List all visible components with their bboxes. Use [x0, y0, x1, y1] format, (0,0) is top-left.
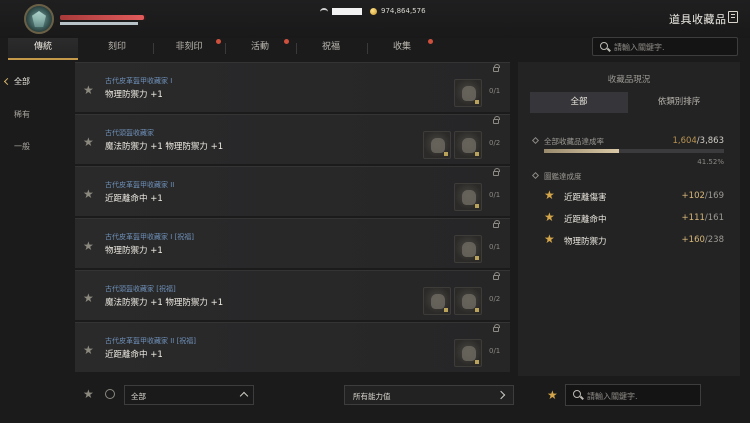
- tab-sort-by-category[interactable]: 依類別排序: [630, 92, 728, 113]
- chevron-right-icon: [496, 390, 506, 400]
- collection-book-icon[interactable]: [728, 11, 738, 23]
- search-input[interactable]: 請輸入關鍵字.: [592, 37, 738, 56]
- helmet-icon: [431, 294, 445, 309]
- notification-dot: [284, 39, 289, 44]
- helmet-icon: [431, 138, 445, 153]
- character-emblem-icon[interactable]: [24, 4, 54, 34]
- category-dropdown[interactable]: 全部: [124, 385, 254, 405]
- armor-icon: [462, 242, 476, 257]
- completion-progress-bar: [544, 149, 724, 153]
- coin-icon: [370, 7, 377, 15]
- lock-icon: [493, 168, 500, 176]
- tab-engraved[interactable]: 刻印: [82, 38, 152, 60]
- mp-bar: [60, 22, 138, 25]
- item-slot[interactable]: [454, 183, 482, 211]
- favorite-star-icon[interactable]: ★: [83, 188, 94, 200]
- sidebar-item-normal[interactable]: 一般: [0, 139, 48, 155]
- favorite-star-icon[interactable]: ★: [547, 388, 558, 402]
- notification-dot: [428, 39, 433, 44]
- panel-tabs: 全部 依類別排序: [530, 92, 730, 113]
- star-icon: ★: [544, 188, 555, 202]
- completion-label: 全部收藏品達成率: [544, 137, 604, 146]
- star-icon: ★: [544, 210, 555, 224]
- stat-row: ★ 近距離傷害 +102/169: [544, 188, 724, 203]
- item-slot[interactable]: [454, 287, 482, 315]
- helmet-icon: [462, 138, 476, 153]
- codex-label: 圖鑑達成度: [544, 172, 582, 181]
- armor-icon: [462, 86, 476, 101]
- sidebar-item-all[interactable]: 全部: [0, 74, 48, 90]
- search-icon: [573, 390, 581, 398]
- tab-traditional[interactable]: 傳統: [8, 38, 78, 60]
- stat-search-input[interactable]: 請輸入關鍵字.: [565, 384, 701, 406]
- item-slot[interactable]: [454, 339, 482, 367]
- star-icon: ★: [544, 232, 555, 246]
- search-icon: [600, 42, 608, 50]
- list-item[interactable]: ★ 古代皮革盔甲收藏家 I [祝福] 物理防禦力 +1 0/1: [75, 218, 510, 268]
- stat-row: ★ 物理防禦力 +160/238: [544, 232, 724, 247]
- lock-icon: [493, 220, 500, 228]
- lock-icon: [493, 116, 500, 124]
- list-item[interactable]: ★ 古代頭盔收藏家 [祝福] 魔法防禦力 +1 物理防禦力 +1 0/2: [75, 270, 510, 320]
- item-slot[interactable]: [454, 131, 482, 159]
- list-item[interactable]: ★ 古代皮革盔甲收藏家 I 物理防禦力 +1 0/1: [75, 62, 510, 112]
- stat-filter-button[interactable]: 所有能力值: [344, 385, 514, 405]
- tab-blessing[interactable]: 祝福: [296, 38, 366, 60]
- currency-amount: 974,864,576: [381, 7, 426, 15]
- chevron-left-icon: [3, 77, 12, 86]
- favorite-star-icon[interactable]: ★: [83, 84, 94, 96]
- favorite-star-icon[interactable]: ★: [83, 344, 94, 356]
- filter-sidebar: 全部 稀有 一般: [0, 64, 48, 423]
- lock-icon: [493, 272, 500, 280]
- unavailable-filter-icon[interactable]: [105, 389, 115, 399]
- armor-icon: [462, 190, 476, 205]
- page-title: 道具收藏品: [669, 13, 727, 26]
- list-item[interactable]: ★ 古代皮革盔甲收藏家 II 近距離命中 +1 0/1: [75, 166, 510, 216]
- top-bar: 974,864,576 道具收藏品: [0, 0, 750, 38]
- list-footer: ★ 全部 所有能力值: [75, 383, 515, 407]
- diamond-bullet-icon: [531, 171, 540, 180]
- list-item[interactable]: ★ 古代頭盔收藏家 魔法防禦力 +1 物理防禦力 +1 0/2: [75, 114, 510, 164]
- tab-non-engraved[interactable]: 非刻印: [154, 38, 224, 60]
- favorite-star-icon[interactable]: ★: [83, 292, 94, 304]
- completion-percent: 41.52%: [697, 158, 724, 166]
- sidebar-item-rare[interactable]: 稀有: [0, 107, 48, 123]
- lock-icon: [493, 324, 500, 332]
- favorite-star-icon[interactable]: ★: [83, 136, 94, 148]
- helmet-icon: [462, 294, 476, 309]
- item-slot[interactable]: [454, 235, 482, 263]
- panel-title: 收藏品現況: [607, 75, 651, 85]
- list-item[interactable]: ★ 古代皮革盔甲收藏家 II [祝福] 近距離命中 +1 0/1: [75, 322, 510, 372]
- favorite-filter-star-icon[interactable]: ★: [83, 387, 94, 401]
- favorite-star-icon[interactable]: ★: [83, 240, 94, 252]
- currency-display: 974,864,576: [320, 6, 426, 16]
- hp-bar: [60, 15, 146, 20]
- stat-row: ★ 近距離命中 +111/161: [544, 210, 724, 225]
- item-slot[interactable]: [423, 131, 451, 159]
- tab-all[interactable]: 全部: [530, 92, 628, 113]
- armor-icon: [462, 346, 476, 361]
- item-slot[interactable]: [423, 287, 451, 315]
- player-name-box: [332, 7, 362, 15]
- panel-footer: ★ 請輸入關鍵字.: [540, 383, 710, 407]
- notification-dot: [216, 39, 221, 44]
- collection-status-panel: 收藏品現況 全部 依類別排序 全部收藏品達成率 1,604/3,863 41.5…: [518, 62, 740, 376]
- diamond-bullet-icon: [531, 136, 540, 145]
- category-tabs: 傳統 刻印 非刻印 活動 祝福 收集: [8, 38, 438, 60]
- item-slot[interactable]: [454, 79, 482, 107]
- tab-collect[interactable]: 收集: [367, 38, 437, 60]
- completion-rate: 1,604/3,863: [672, 136, 724, 146]
- collection-list: ★ 古代皮革盔甲收藏家 I 物理防禦力 +1 0/1 ★ 古代頭盔收藏家 魔法防…: [75, 62, 510, 376]
- chevron-up-icon: [239, 391, 249, 401]
- signal-icon: [320, 8, 328, 14]
- search-placeholder: 請輸入關鍵字.: [614, 43, 665, 52]
- lock-icon: [493, 64, 500, 72]
